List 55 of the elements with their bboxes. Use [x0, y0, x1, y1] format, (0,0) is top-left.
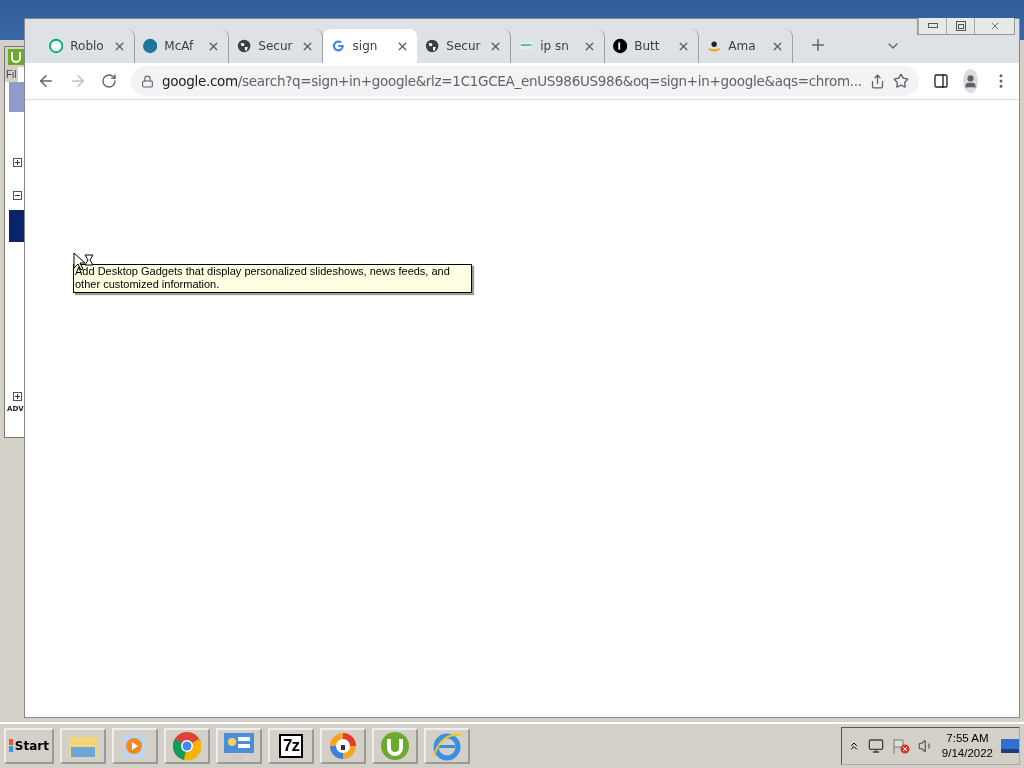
browser-tab[interactable]: Butt — [605, 29, 699, 63]
tab-title: McAf — [164, 39, 195, 53]
share-icon[interactable] — [869, 73, 885, 89]
taskbar-app-button[interactable] — [164, 728, 210, 764]
url-text: google.com/search?q=sign+in+google&rlz=1C1GCEA_enUS986US986&oq=sign+in+google&aqs=chrom... — [162, 73, 862, 89]
tooltip: Add Desktop Gadgets that display personalized slideshows, news feeds, and other customized information. — [73, 264, 472, 293]
start-button[interactable]: Start — [4, 728, 54, 764]
chrome-logo-icon — [172, 731, 202, 761]
shield-logo-icon — [328, 731, 358, 761]
browser-tab[interactable]: sign — [323, 29, 417, 63]
collapse-icon[interactable] — [13, 191, 22, 200]
taskbar-app-button[interactable] — [216, 728, 262, 764]
back-icon[interactable] — [37, 72, 55, 90]
tab-title: Secur — [446, 39, 482, 53]
taskbar-app-button[interactable] — [372, 728, 418, 764]
globe-icon — [237, 38, 252, 54]
tab-title: Ama — [728, 39, 757, 53]
play-icon — [122, 733, 148, 759]
torrent-logo-icon — [380, 731, 410, 761]
taskbar-app-button[interactable] — [424, 728, 470, 764]
e-logo-icon — [431, 731, 463, 761]
taskbar-app-button[interactable]: 7z — [268, 728, 314, 764]
g-logo-icon — [331, 38, 346, 54]
browser-tab[interactable]: Ama — [699, 29, 793, 63]
menu-item[interactable]: Fil — [5, 67, 18, 82]
lock-icon — [141, 74, 154, 88]
expand-icon[interactable] — [13, 392, 22, 401]
tab-title: sign — [352, 39, 379, 53]
browser-tab[interactable]: Secur — [417, 29, 511, 63]
header-band — [9, 82, 24, 112]
reload-icon[interactable] — [101, 73, 117, 89]
tab-title: Roblo — [70, 39, 105, 53]
sevenzip-logo-icon: 7z — [279, 734, 303, 758]
expand-icon[interactable] — [13, 158, 22, 167]
taskbar-app-button[interactable] — [320, 728, 366, 764]
browser-tab[interactable]: ip sn — [511, 29, 605, 63]
flag-error-icon[interactable] — [891, 738, 910, 754]
tab-title: Secur — [258, 39, 294, 53]
side-panel-icon[interactable] — [932, 73, 949, 89]
control-panel-icon — [223, 731, 255, 761]
taskbar-app-button[interactable] — [112, 728, 158, 764]
browser-tab[interactable]: Roblo — [41, 29, 135, 63]
profile-avatar[interactable] — [962, 69, 978, 93]
badge-icon — [49, 38, 64, 54]
browser-tab[interactable]: McAf — [135, 29, 229, 63]
star-icon[interactable] — [892, 73, 909, 89]
taskbar-app-button[interactable] — [60, 728, 106, 764]
restore-icon — [955, 21, 966, 31]
tab-title: ip sn — [540, 39, 570, 53]
network-icon[interactable] — [867, 738, 884, 754]
tab-title: Butt — [634, 39, 661, 53]
address-bar[interactable]: google.com/search?q=sign+in+google&rlz=1C1GCEA_enUS986US986&oq=sign+in+google&aqs=chrom... — [131, 66, 919, 96]
minimize-icon — [927, 23, 938, 29]
globe-icon — [425, 38, 440, 54]
new-tab-icon[interactable] — [809, 36, 827, 54]
